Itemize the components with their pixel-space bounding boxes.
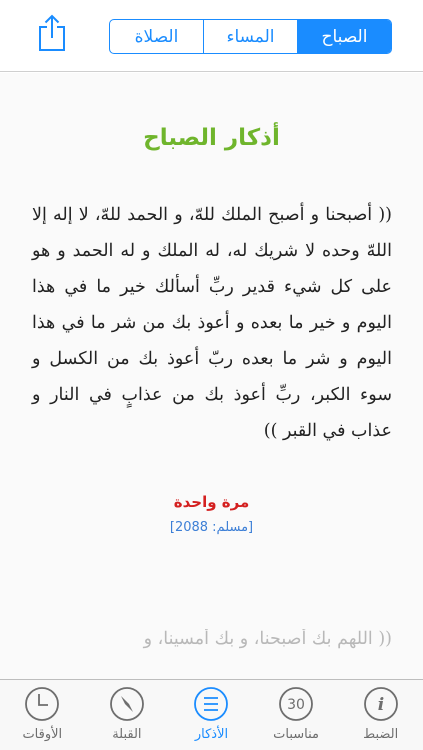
- info-glyph: i: [377, 695, 383, 715]
- dhikr-content-area[interactable]: أذكار الصباح (( أصبحنا و أصبح الملك للهّ…: [0, 73, 423, 679]
- segment-morning[interactable]: الصباح: [297, 20, 391, 53]
- dhikr-text: (( أصبحنا و أصبح الملك للهّ، و الحمد لله…: [32, 205, 392, 441]
- share-icon: [39, 14, 65, 51]
- next-dhikr-preview: (( اللهم بك أصبحنا، و بك أمسينا، و: [143, 629, 392, 649]
- calendar-30-icon: 30: [279, 687, 313, 721]
- compass-icon: [109, 687, 144, 721]
- tab-occasions-label: مناسبات: [273, 727, 320, 742]
- repetition-count: مرة واحدة: [173, 493, 250, 511]
- list-icon: [194, 687, 229, 721]
- page-title: أذكار الصباح: [143, 125, 280, 151]
- time-segmented-control: الصلاة المساء الصباح: [109, 19, 392, 54]
- calendar-badge-number: 30: [287, 697, 305, 713]
- tab-times[interactable]: الأوقات: [0, 680, 85, 750]
- tab-times-label: الأوقات: [22, 727, 63, 742]
- tab-qibla[interactable]: القبلة: [85, 680, 170, 750]
- bottom-tab-bar: الأوقات القبلة الأذكار 30 مناسبات i الضب…: [0, 679, 423, 750]
- tab-adhkar-label: الأذكار: [194, 727, 229, 742]
- info-icon: i: [363, 687, 398, 721]
- hadith-source: [مسلم: 2088]: [169, 520, 254, 535]
- top-navigation-bar: الصلاة المساء الصباح: [0, 0, 423, 72]
- share-button[interactable]: [36, 14, 68, 52]
- tab-occasions[interactable]: 30 مناسبات: [254, 680, 339, 750]
- tab-qibla-label: القبلة: [112, 727, 142, 742]
- tab-settings[interactable]: i الضبط: [338, 680, 423, 750]
- clock-icon: [25, 687, 60, 721]
- segment-prayer[interactable]: الصلاة: [110, 20, 203, 53]
- segment-evening[interactable]: المساء: [203, 20, 297, 53]
- tab-settings-label: الضبط: [363, 727, 399, 742]
- tab-adhkar[interactable]: الأذكار: [169, 680, 254, 750]
